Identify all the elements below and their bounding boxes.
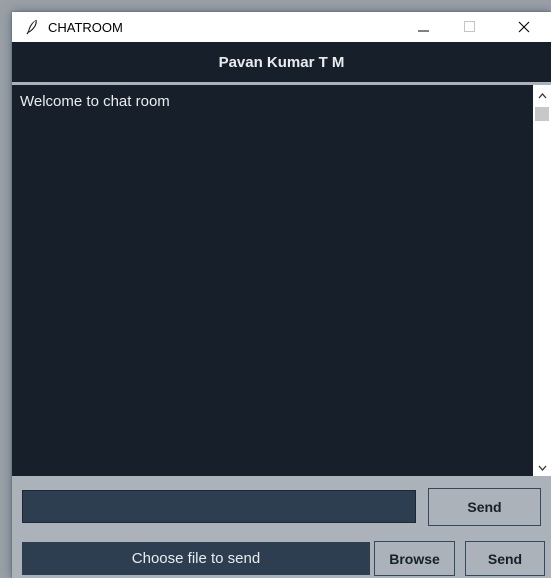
close-button[interactable]	[501, 12, 547, 42]
chatroom-window: CHATROOM Pavan Kumar T M Welcome to chat…	[12, 12, 551, 578]
send-file-button[interactable]: Send	[465, 541, 545, 576]
username-header: Pavan Kumar T M	[12, 42, 551, 82]
minimize-icon	[418, 30, 429, 32]
maximize-button[interactable]	[447, 12, 493, 42]
scroll-up-button[interactable]	[533, 89, 551, 103]
minimize-button[interactable]	[401, 12, 447, 42]
window-title: CHATROOM	[48, 20, 123, 35]
maximize-icon	[464, 21, 475, 32]
close-icon	[518, 21, 530, 33]
message-input[interactable]	[22, 490, 416, 523]
scroll-down-button[interactable]	[533, 461, 551, 475]
chat-log[interactable]: Welcome to chat room	[12, 85, 533, 476]
scroll-thumb[interactable]	[535, 107, 549, 121]
feather-icon	[24, 19, 40, 35]
title-bar: CHATROOM	[12, 12, 551, 42]
chat-message: Welcome to chat room	[20, 93, 170, 110]
chat-scrollbar[interactable]	[533, 85, 551, 476]
chevron-up-icon	[538, 93, 546, 99]
file-label: Choose file to send	[22, 542, 370, 575]
send-message-button[interactable]: Send	[428, 488, 541, 526]
chevron-down-icon	[538, 465, 546, 471]
browse-button[interactable]: Browse	[374, 541, 455, 576]
